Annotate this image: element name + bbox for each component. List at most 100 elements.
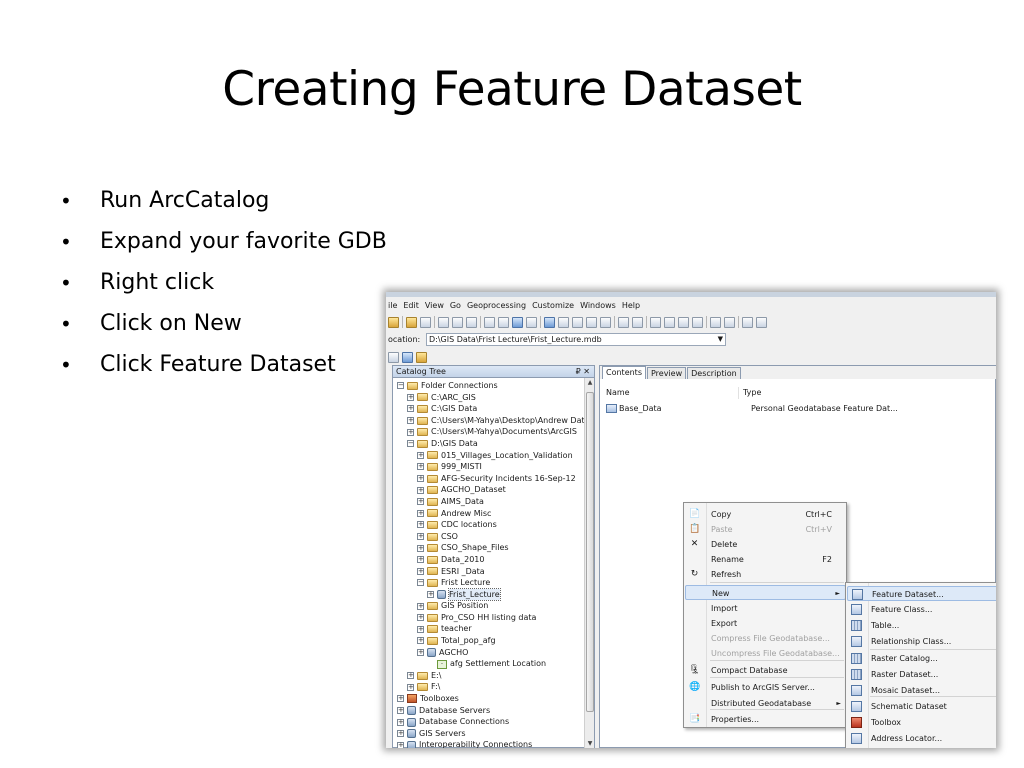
new-item-feature-dataset[interactable]: Feature Dataset...: [847, 586, 996, 601]
disconnect-folder-icon[interactable]: [420, 316, 431, 328]
new-item-feature-class[interactable]: Feature Class...: [847, 602, 996, 617]
tree-item-total-pop-afg[interactable]: + Total_pop_afg: [393, 635, 594, 647]
model-builder-icon[interactable]: [618, 316, 629, 328]
expand-icon[interactable]: +: [417, 648, 424, 656]
expand-icon[interactable]: +: [407, 393, 414, 401]
menu-view[interactable]: View: [423, 298, 448, 312]
menu-item-refresh[interactable]: ↻ Refresh: [685, 567, 846, 582]
menu-help[interactable]: Help: [620, 298, 644, 312]
back-icon[interactable]: [710, 316, 721, 328]
menu-item-properties[interactable]: 📑 Properties...: [685, 712, 846, 727]
tree-item-e-drive[interactable]: + E:\: [393, 670, 594, 682]
menu-item-distributed-geodatabase[interactable]: Distributed Geodatabase ►: [685, 696, 846, 711]
expand-icon[interactable]: +: [397, 718, 404, 726]
expand-icon[interactable]: +: [417, 602, 424, 610]
expand-icon[interactable]: +: [417, 556, 424, 564]
expand-icon[interactable]: +: [417, 498, 424, 506]
tree-item-gis-position[interactable]: + GIS Position: [393, 600, 594, 612]
expand-icon[interactable]: +: [417, 533, 424, 541]
menu-go[interactable]: Go: [448, 298, 465, 312]
new-item-schematic-dataset[interactable]: Schematic Dataset: [847, 699, 996, 714]
whats-this-icon[interactable]: [632, 316, 643, 328]
search-window-icon[interactable]: [572, 316, 583, 328]
column-name-header[interactable]: Name: [600, 387, 739, 399]
tree-item-pro-cso-hh-listing[interactable]: + Pro_CSO HH listing data: [393, 612, 594, 624]
full-extent-icon[interactable]: [692, 316, 703, 328]
create-thumbnail-icon[interactable]: [756, 316, 767, 328]
tree-item-database-connections[interactable]: + Database Connections: [393, 716, 594, 728]
expand-icon[interactable]: +: [407, 405, 414, 413]
expand-icon[interactable]: +: [407, 417, 414, 425]
expand-icon[interactable]: +: [417, 567, 424, 575]
copy-icon[interactable]: [438, 316, 449, 328]
tree-item-folder-connections[interactable]: − Folder Connections: [393, 380, 594, 392]
expand-icon[interactable]: +: [407, 672, 414, 680]
tree-item-cso-shape-files[interactable]: + CSO_Shape_Files: [393, 542, 594, 554]
expand-icon[interactable]: +: [417, 637, 424, 645]
tree-item-c-arc-gis[interactable]: + C:\ARC_GIS: [393, 392, 594, 404]
tree-item-interoperability-connections[interactable]: + Interoperability Connections: [393, 739, 594, 748]
details-icon[interactable]: [512, 316, 523, 328]
expand-icon[interactable]: +: [397, 706, 404, 714]
tree-item-agcho[interactable]: + AGCHO: [393, 647, 594, 659]
arctoolbox-icon[interactable]: [586, 316, 597, 328]
column-type-header[interactable]: Type: [739, 387, 761, 399]
tree-item-c-gis-data[interactable]: + C:\GIS Data: [393, 403, 594, 415]
tab-contents[interactable]: Contents: [602, 366, 646, 379]
tree-item-teacher[interactable]: + teacher: [393, 623, 594, 635]
pan-icon[interactable]: [678, 316, 689, 328]
tree-item-gis-servers[interactable]: + GIS Servers: [393, 728, 594, 740]
zoom-in-icon[interactable]: [650, 316, 661, 328]
menu-customize[interactable]: Customize: [530, 298, 578, 312]
expand-icon[interactable]: +: [397, 695, 404, 703]
python-window-icon[interactable]: [600, 316, 611, 328]
expand-icon[interactable]: +: [397, 730, 404, 738]
scroll-thumb[interactable]: [586, 392, 594, 712]
collapse-icon[interactable]: −: [407, 440, 414, 448]
tree-item-frist-lecture-gdb[interactable]: + Frist_Lecture: [393, 587, 594, 602]
tree-item-cso[interactable]: + CSO: [393, 531, 594, 543]
contents-row[interactable]: Base_Data Personal Geodatabase Feature D…: [600, 402, 898, 414]
menu-item-new[interactable]: New ►: [685, 585, 846, 600]
tree-item-cdc-locations[interactable]: + CDC locations: [393, 519, 594, 531]
new-item-raster-catalog[interactable]: Raster Catalog...: [847, 651, 996, 666]
connect-to-folder-icon[interactable]: [388, 351, 399, 363]
tree-item-andrew-data[interactable]: + C:\Users\M-Yahya\Desktop\Andrew Data: [393, 415, 594, 427]
tab-preview[interactable]: Preview: [646, 367, 687, 379]
scroll-up-icon[interactable]: ▲: [585, 378, 595, 388]
tree-item-andrew-misc[interactable]: + Andrew Misc: [393, 508, 594, 520]
thumbnails-icon[interactable]: [526, 316, 537, 328]
chevron-down-icon[interactable]: ▼: [718, 334, 723, 345]
expand-icon[interactable]: +: [407, 683, 414, 691]
tree-item-frist-lecture-folder[interactable]: − Frist Lecture: [393, 577, 594, 589]
collapse-icon[interactable]: −: [397, 382, 404, 390]
location-input[interactable]: D:\GIS Data\Frist Lecture\Frist_Lecture.…: [426, 333, 726, 346]
scroll-down-icon[interactable]: ▼: [585, 739, 595, 748]
menu-edit[interactable]: Edit: [401, 298, 423, 312]
tree-item-d-gis-data[interactable]: − D:\GIS Data: [393, 438, 594, 450]
tree-item-aims-data[interactable]: + AIMS_Data: [393, 496, 594, 508]
new-item-mosaic-dataset[interactable]: Mosaic Dataset...: [847, 683, 996, 698]
menu-item-delete[interactable]: ✕ Delete: [685, 537, 846, 552]
connect-folder-icon[interactable]: [406, 316, 417, 328]
list-icon[interactable]: [498, 316, 509, 328]
expand-icon[interactable]: +: [397, 741, 404, 748]
expand-icon[interactable]: +: [417, 451, 424, 459]
new-item-composite-address-locator[interactable]: Composite Address Locator...: [847, 746, 996, 748]
tree-scrollbar[interactable]: ▲ ▼: [584, 378, 594, 748]
menu-item-paste[interactable]: 📋 Paste Ctrl+V: [685, 522, 846, 537]
tab-description[interactable]: Description: [687, 367, 741, 379]
menu-item-compress-fgdb[interactable]: Compress File Geodatabase...: [685, 631, 846, 646]
tree-item-f-drive[interactable]: + F:\: [393, 681, 594, 693]
folder-icon[interactable]: [416, 351, 427, 363]
menu-windows[interactable]: Windows: [578, 298, 620, 312]
tree-item-toolboxes[interactable]: + Toolboxes: [393, 693, 594, 705]
zoom-out-icon[interactable]: [664, 316, 675, 328]
catalog-options-icon[interactable]: [402, 351, 413, 363]
catalog-tree-icon[interactable]: [558, 316, 569, 328]
menu-item-compact-database[interactable]: 🗜 Compact Database: [685, 663, 846, 678]
tree-item-villages-location-validation[interactable]: +015_Villages_Location_Validation: [393, 450, 594, 462]
menu-item-uncompress-fgdb[interactable]: Uncompress File Geodatabase...: [685, 646, 846, 661]
up-one-level-icon[interactable]: [388, 316, 399, 328]
expand-icon[interactable]: +: [417, 614, 424, 622]
